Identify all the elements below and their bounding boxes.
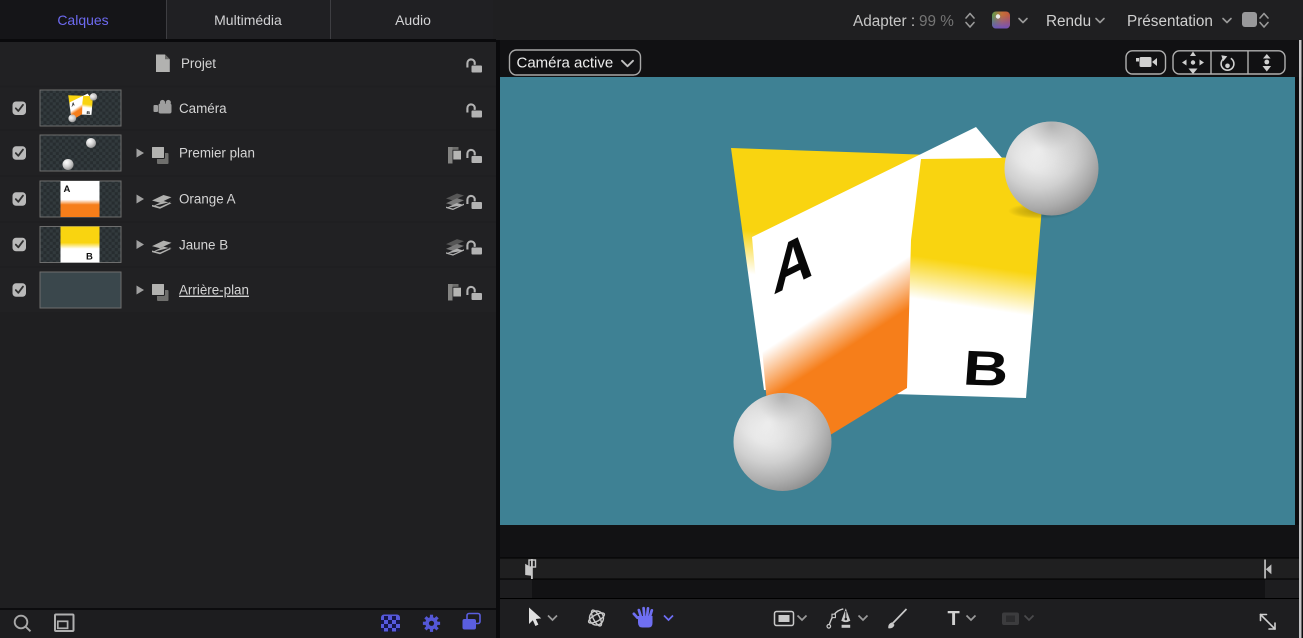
svg-text:Orange A: Orange A — [179, 192, 236, 207]
svg-text:A: A — [64, 184, 71, 195]
svg-text:T: T — [948, 608, 960, 630]
svg-text:Arrière-plan: Arrière-plan — [179, 283, 249, 298]
svg-text:Projet: Projet — [181, 56, 216, 71]
svg-text:Adapter :: Adapter : — [853, 13, 915, 30]
svg-text:Calques: Calques — [57, 12, 108, 28]
svg-text:Premier plan: Premier plan — [179, 146, 255, 161]
svg-text:Multimédia: Multimédia — [214, 12, 282, 28]
svg-text:B: B — [86, 252, 93, 263]
svg-text:Caméra active: Caméra active — [517, 55, 614, 72]
svg-text:Caméra: Caméra — [179, 101, 227, 116]
svg-text:99 %: 99 % — [919, 13, 954, 30]
svg-text:Présentation: Présentation — [1127, 13, 1213, 30]
svg-text:Jaune B: Jaune B — [179, 237, 228, 252]
svg-text:Audio: Audio — [395, 12, 431, 28]
svg-text:Rendu: Rendu — [1046, 13, 1091, 30]
